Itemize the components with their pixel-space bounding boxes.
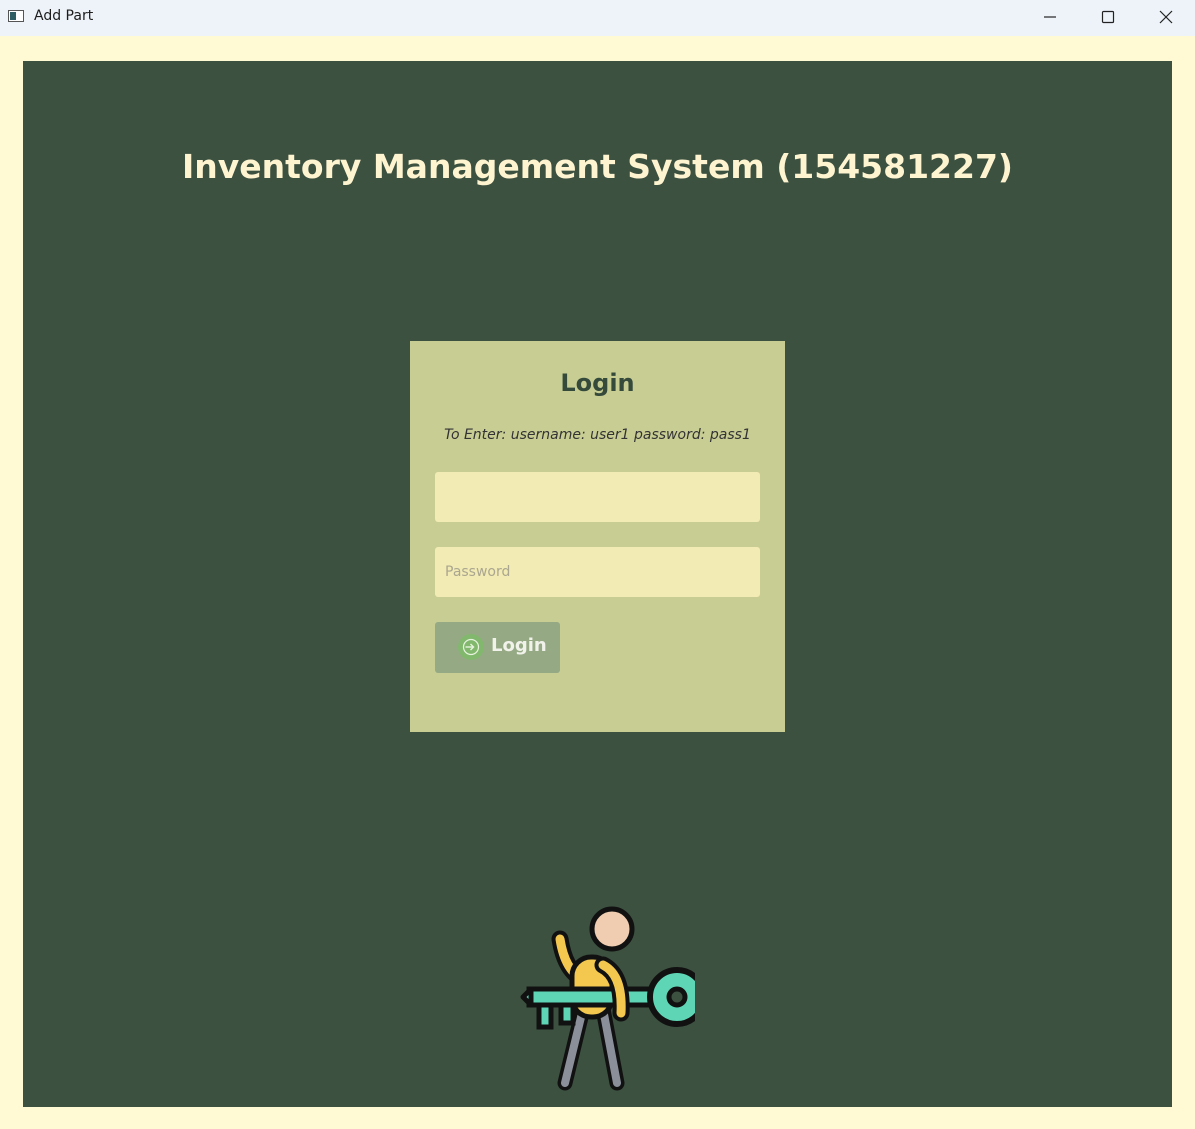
password-input[interactable] — [435, 547, 760, 597]
login-card: Login To Enter: username: user1 password… — [410, 341, 785, 732]
window-titlebar: Add Part — [0, 0, 1195, 36]
page-title: Inventory Management System (154581227) — [181, 147, 1014, 186]
main-panel: Inventory Management System (154581227) … — [23, 61, 1172, 1107]
minimize-button[interactable] — [1027, 0, 1073, 34]
login-button[interactable]: Login — [435, 622, 560, 673]
minimize-icon — [1044, 16, 1056, 18]
login-button-label: Login — [491, 635, 547, 656]
window-title: Add Part — [34, 8, 94, 24]
maximize-icon — [1101, 10, 1115, 24]
login-title: Login — [560, 369, 635, 397]
maximize-button[interactable] — [1085, 0, 1131, 34]
username-input[interactable] — [435, 472, 760, 522]
login-arrow-icon — [458, 634, 484, 660]
close-icon — [1159, 10, 1173, 24]
person-with-key-icon — [520, 906, 695, 1091]
close-button[interactable] — [1143, 0, 1189, 34]
app-icon — [8, 10, 24, 22]
login-hint: To Enter: username: user1 password: pass… — [444, 427, 751, 443]
